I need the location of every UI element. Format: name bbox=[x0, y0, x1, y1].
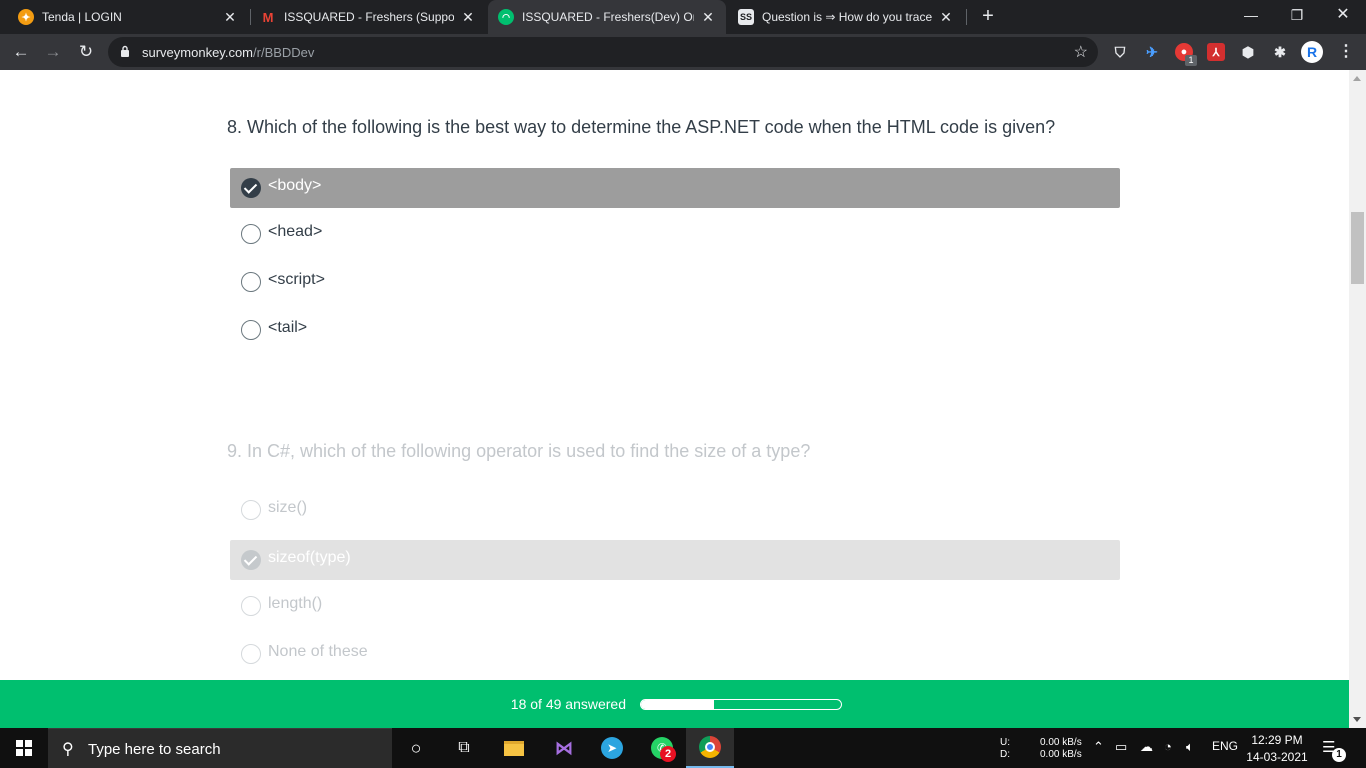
extension-plane-icon[interactable]: ✈ bbox=[1143, 43, 1161, 61]
answer-option-body[interactable]: <body> bbox=[230, 168, 1120, 208]
close-tab-icon[interactable]: ✕ bbox=[938, 9, 954, 26]
windows-taskbar: ⚲ Type here to search ○ ⧉ ⋈ ➤ ✆ U:D: 0.0… bbox=[0, 728, 1366, 768]
tenda-icon: ✦ bbox=[18, 9, 34, 25]
chrome-icon[interactable] bbox=[686, 728, 734, 768]
radio-icon[interactable] bbox=[241, 500, 261, 520]
scroll-down-icon[interactable] bbox=[1353, 717, 1361, 722]
radio-icon[interactable] bbox=[241, 224, 261, 244]
answer-label: <body> bbox=[268, 177, 322, 194]
notification-count-badge: 1 bbox=[1332, 748, 1346, 762]
visual-studio-icon[interactable]: ⋈ bbox=[540, 728, 588, 768]
answer-label: size() bbox=[268, 499, 308, 516]
start-button[interactable] bbox=[0, 728, 48, 768]
checked-radio-icon[interactable] bbox=[241, 550, 261, 570]
browser-tab-strip: ✦ Tenda | LOGIN ✕ M ISSQUARED - Freshers… bbox=[0, 0, 1366, 34]
tab-title: ISSQUARED - Freshers (Support) bbox=[284, 10, 454, 24]
progress-track bbox=[640, 699, 842, 710]
close-tab-icon[interactable]: ✕ bbox=[460, 9, 476, 26]
answer-option-size[interactable]: size() bbox=[230, 490, 1120, 530]
survey-page: 8. Which of the following is the best wa… bbox=[0, 70, 1349, 680]
cube-extension-icon[interactable]: ⬢ bbox=[1239, 43, 1257, 61]
task-view-icon[interactable]: ⧉ bbox=[440, 728, 488, 768]
wifi-icon[interactable]: ◔ bbox=[1164, 739, 1172, 754]
answer-label: <script> bbox=[268, 271, 325, 288]
answer-label: <tail> bbox=[268, 319, 308, 336]
progress-footer: 18 of 49 answered bbox=[0, 680, 1349, 728]
profile-avatar[interactable]: R bbox=[1301, 41, 1323, 63]
tab-divider bbox=[966, 9, 967, 25]
browser-toolbar: ← → ↻ surveymonkey.com/r/BBDDev ☆ ⛉ ✈ ● … bbox=[0, 34, 1366, 70]
pdf-extension-icon[interactable]: ⅄ bbox=[1207, 43, 1225, 61]
browser-tab-active[interactable]: ◠ ISSQUARED - Freshers(Dev) Onlin ✕ bbox=[488, 0, 726, 34]
close-tab-icon[interactable]: ✕ bbox=[222, 9, 238, 26]
tab-title: Tenda | LOGIN bbox=[42, 10, 122, 24]
shield-icon[interactable]: ⛉ bbox=[1111, 43, 1129, 61]
tab-title: Question is ⇒ How do you trace bbox=[762, 10, 932, 24]
radio-icon[interactable] bbox=[241, 644, 261, 664]
scroll-up-icon[interactable] bbox=[1353, 76, 1361, 81]
search-placeholder: Type here to search bbox=[88, 741, 221, 758]
tab-title: ISSQUARED - Freshers(Dev) Onlin bbox=[522, 10, 694, 24]
scrollbar-thumb[interactable] bbox=[1351, 212, 1364, 284]
surveymonkey-icon: ◠ bbox=[498, 9, 514, 25]
radio-icon[interactable] bbox=[241, 320, 261, 340]
new-tab-button[interactable]: + bbox=[978, 5, 998, 29]
browser-tab[interactable]: M ISSQUARED - Freshers (Support) ✕ bbox=[250, 0, 486, 34]
reload-button[interactable]: ↻ bbox=[74, 40, 98, 64]
taskbar-clock[interactable]: 12:29 PM 14-03-2021 bbox=[1242, 732, 1312, 766]
radio-icon[interactable] bbox=[241, 596, 261, 616]
cortana-icon[interactable]: ○ bbox=[392, 728, 440, 768]
url-text: surveymonkey.com/r/BBDDev bbox=[142, 45, 315, 60]
answer-option-tail[interactable]: <tail> bbox=[230, 310, 1120, 350]
cloud-icon[interactable]: ☁ bbox=[1140, 739, 1153, 755]
stackshare-icon: SS bbox=[738, 9, 754, 25]
answer-option-script[interactable]: <script> bbox=[230, 262, 1120, 302]
extensions-puzzle-icon[interactable]: ✱ bbox=[1271, 43, 1289, 61]
progress-text: 18 of 49 answered bbox=[510, 696, 626, 712]
battery-icon[interactable]: ▭ bbox=[1115, 739, 1127, 755]
forward-button[interactable]: → bbox=[41, 40, 65, 64]
question-9-title: 9. In C#, which of the following operato… bbox=[227, 441, 811, 461]
windows-logo-icon bbox=[16, 740, 32, 756]
network-speed-labels: U: D: bbox=[1000, 737, 1010, 760]
language-indicator[interactable]: ENG bbox=[1212, 739, 1238, 753]
checked-radio-icon[interactable] bbox=[241, 178, 261, 198]
telegram-icon[interactable]: ➤ bbox=[588, 728, 636, 768]
file-explorer-icon[interactable] bbox=[490, 728, 538, 768]
answer-label: sizeof(type) bbox=[268, 549, 351, 566]
restore-button[interactable]: ❐ bbox=[1274, 0, 1320, 34]
volume-icon[interactable]: 🔈︎ bbox=[1186, 739, 1194, 755]
radio-icon[interactable] bbox=[241, 272, 261, 292]
bookmark-star-icon[interactable]: ☆ bbox=[1074, 42, 1088, 62]
minimize-button[interactable]: — bbox=[1228, 0, 1274, 34]
browser-tab[interactable]: ✦ Tenda | LOGIN ✕ bbox=[8, 0, 248, 34]
extension-badge: 1 bbox=[1185, 55, 1197, 66]
close-tab-icon[interactable]: ✕ bbox=[700, 9, 716, 26]
whatsapp-badge: 2 bbox=[660, 746, 676, 762]
close-window-button[interactable]: ✕ bbox=[1320, 0, 1366, 34]
lock-icon bbox=[121, 45, 129, 57]
address-bar[interactable]: surveymonkey.com/r/BBDDev ☆ bbox=[108, 37, 1098, 67]
answer-option-head[interactable]: <head> bbox=[230, 214, 1120, 254]
progress-fill bbox=[641, 700, 715, 709]
answer-option-none[interactable]: None of these bbox=[230, 634, 1120, 674]
answer-label: None of these bbox=[268, 643, 368, 660]
answer-label: length() bbox=[268, 595, 323, 612]
back-button[interactable]: ← bbox=[9, 40, 33, 64]
search-icon: ⚲ bbox=[62, 741, 74, 758]
browser-tab[interactable]: SS Question is ⇒ How do you trace ✕ bbox=[728, 0, 964, 34]
network-speed-values: 0.00 kB/s 0.00 kB/s bbox=[1040, 737, 1082, 760]
browser-menu-icon[interactable]: ⋮ bbox=[1338, 41, 1354, 61]
gmail-icon: M bbox=[262, 9, 274, 25]
question-8-title: 8. Which of the following is the best wa… bbox=[227, 117, 1056, 137]
answer-option-sizeof[interactable]: sizeof(type) bbox=[230, 540, 1120, 580]
answer-label: <head> bbox=[268, 223, 323, 240]
taskbar-search-box[interactable]: ⚲ Type here to search bbox=[48, 728, 392, 768]
page-scrollbar[interactable] bbox=[1349, 70, 1366, 728]
tray-chevron-icon[interactable]: ⌃ bbox=[1093, 739, 1104, 755]
answer-option-length[interactable]: length() bbox=[230, 586, 1120, 626]
